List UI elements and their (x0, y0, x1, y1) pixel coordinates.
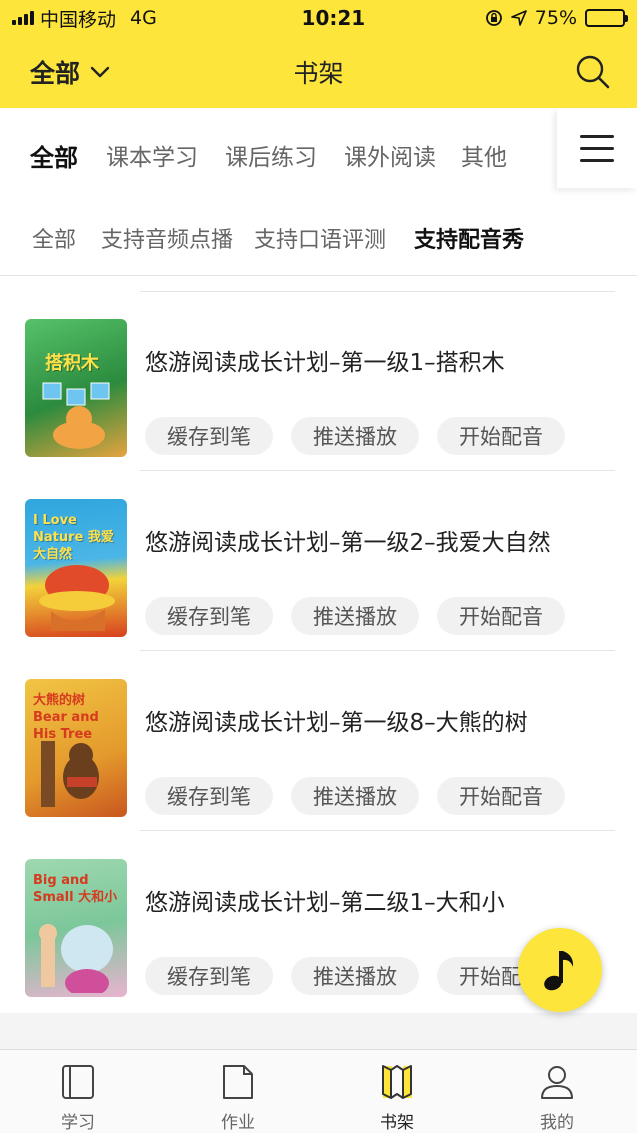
tab-all[interactable]: 全部 (30, 138, 78, 173)
book-cover[interactable]: 搭积木 (25, 319, 127, 457)
cache-to-pen-button[interactable]: 缓存到笔 (145, 597, 273, 635)
book-title[interactable]: 悠游阅读成长计划–第一级8–大熊的树 (145, 703, 528, 737)
start-dubbing-button[interactable]: 开始配音 (437, 777, 565, 815)
carrier-label: 中国移动 (40, 8, 117, 31)
battery-icon (585, 9, 628, 27)
push-play-button[interactable]: 推送播放 (291, 777, 419, 815)
book-title[interactable]: 悠游阅读成长计划–第二级1–大和小 (145, 883, 505, 917)
category-menu-button[interactable] (557, 108, 637, 188)
document-icon (223, 1065, 253, 1099)
list-item[interactable]: 搭积木 悠游阅读成长计划–第一级1–搭积木 缓存到笔 推送播放 开始配音 (0, 291, 637, 471)
list-item[interactable]: I Love Nature 我爱大自然 悠游阅读成长计划–第一级2–我爱大自然 … (0, 471, 637, 651)
list-item[interactable]: 大熊的树 Bear and His Tree 悠游阅读成长计划–第一级8–大熊的… (0, 651, 637, 831)
cache-to-pen-button[interactable]: 缓存到笔 (145, 957, 273, 995)
nav-bar: 全部 书架 (0, 36, 637, 108)
push-play-button[interactable]: 推送播放 (291, 597, 419, 635)
tab-study-label: 学习 (61, 1113, 95, 1133)
chevron-down-icon (90, 66, 110, 78)
tab-extra-reading[interactable]: 课外阅读 (344, 138, 436, 172)
cache-to-pen-button[interactable]: 缓存到笔 (145, 417, 273, 455)
tab-homework-nav[interactable]: 作业 (188, 1050, 288, 1133)
filter-tabs: 全部 支持音频点播 支持口语评测 支持配音秀 (0, 196, 637, 276)
bookshelf-icon (382, 1065, 412, 1099)
network-label: 4G (130, 7, 157, 29)
filter-dubbing[interactable]: 支持配音秀 (414, 222, 524, 254)
tab-profile-label: 我的 (540, 1113, 574, 1133)
search-icon[interactable] (575, 54, 611, 90)
book-list: 搭积木 悠游阅读成长计划–第一级1–搭积木 缓存到笔 推送播放 开始配音 I L… (0, 276, 637, 1013)
filter-audio[interactable]: 支持音频点播 (101, 222, 233, 254)
tab-textbook[interactable]: 课本学习 (106, 138, 198, 172)
start-dubbing-button[interactable]: 开始配音 (437, 417, 565, 455)
push-play-button[interactable]: 推送播放 (291, 957, 419, 995)
cover-illustration (39, 565, 115, 631)
tab-study[interactable]: 学习 (28, 1050, 128, 1133)
list-footer (0, 1013, 637, 1049)
bottom-tab-bar: 学习 作业 书架 我的 (0, 1049, 637, 1133)
category-tabs: 全部 课本学习 课后练习 课外阅读 其他 (0, 108, 637, 196)
music-player-button[interactable] (518, 928, 602, 1012)
book-icon (62, 1065, 94, 1099)
cover-illustration (41, 741, 99, 807)
cover-illustration (42, 382, 110, 449)
signal-icon (12, 11, 34, 25)
filter-all[interactable]: 全部 (32, 222, 76, 254)
status-bar: 中国移动 4G 10:21 75% (0, 0, 637, 36)
location-icon (510, 10, 527, 26)
rotation-lock-icon (485, 10, 502, 26)
scope-dropdown[interactable]: 全部 (30, 54, 110, 90)
push-play-button[interactable]: 推送播放 (291, 417, 419, 455)
tab-homework[interactable]: 课后练习 (225, 138, 317, 172)
tab-bookshelf[interactable]: 书架 (347, 1050, 447, 1133)
book-title[interactable]: 悠游阅读成长计划–第一级1–搭积木 (145, 343, 505, 377)
tab-profile[interactable]: 我的 (507, 1050, 607, 1133)
book-cover[interactable]: 大熊的树 Bear and His Tree (25, 679, 127, 817)
cover-illustration (39, 924, 113, 993)
filter-speaking[interactable]: 支持口语评测 (254, 222, 386, 254)
menu-icon (580, 134, 614, 138)
start-dubbing-button[interactable]: 开始配音 (437, 597, 565, 635)
profile-icon (541, 1066, 573, 1099)
book-title[interactable]: 悠游阅读成长计划–第一级2–我爱大自然 (145, 523, 551, 557)
battery-percent: 75% (534, 7, 577, 29)
scope-dropdown-label: 全部 (30, 59, 81, 88)
tab-other[interactable]: 其他 (461, 138, 507, 172)
book-cover[interactable]: Big and Small 大和小 (25, 859, 127, 997)
book-cover[interactable]: I Love Nature 我爱大自然 (25, 499, 127, 637)
clock: 10:21 (301, 6, 366, 30)
tab-homework-label: 作业 (221, 1113, 255, 1133)
music-note-icon (544, 951, 574, 991)
cache-to-pen-button[interactable]: 缓存到笔 (145, 777, 273, 815)
tab-bookshelf-label: 书架 (380, 1113, 414, 1133)
